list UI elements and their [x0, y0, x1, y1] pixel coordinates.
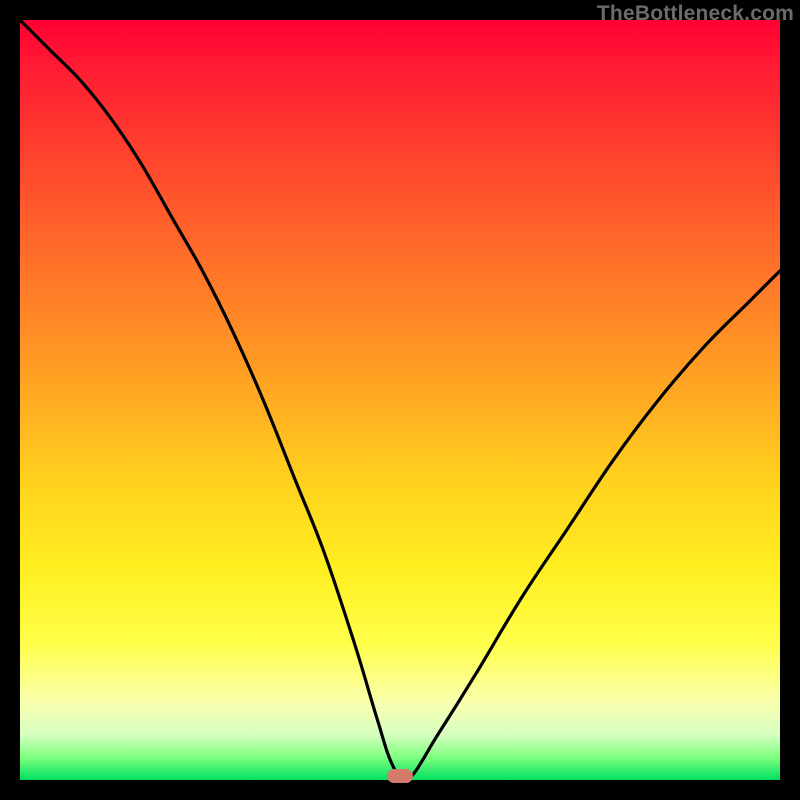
chart-frame: TheBottleneck.com — [0, 0, 800, 800]
bottleneck-curve — [20, 20, 780, 780]
optimal-marker — [387, 769, 413, 783]
watermark-text: TheBottleneck.com — [597, 2, 794, 26]
